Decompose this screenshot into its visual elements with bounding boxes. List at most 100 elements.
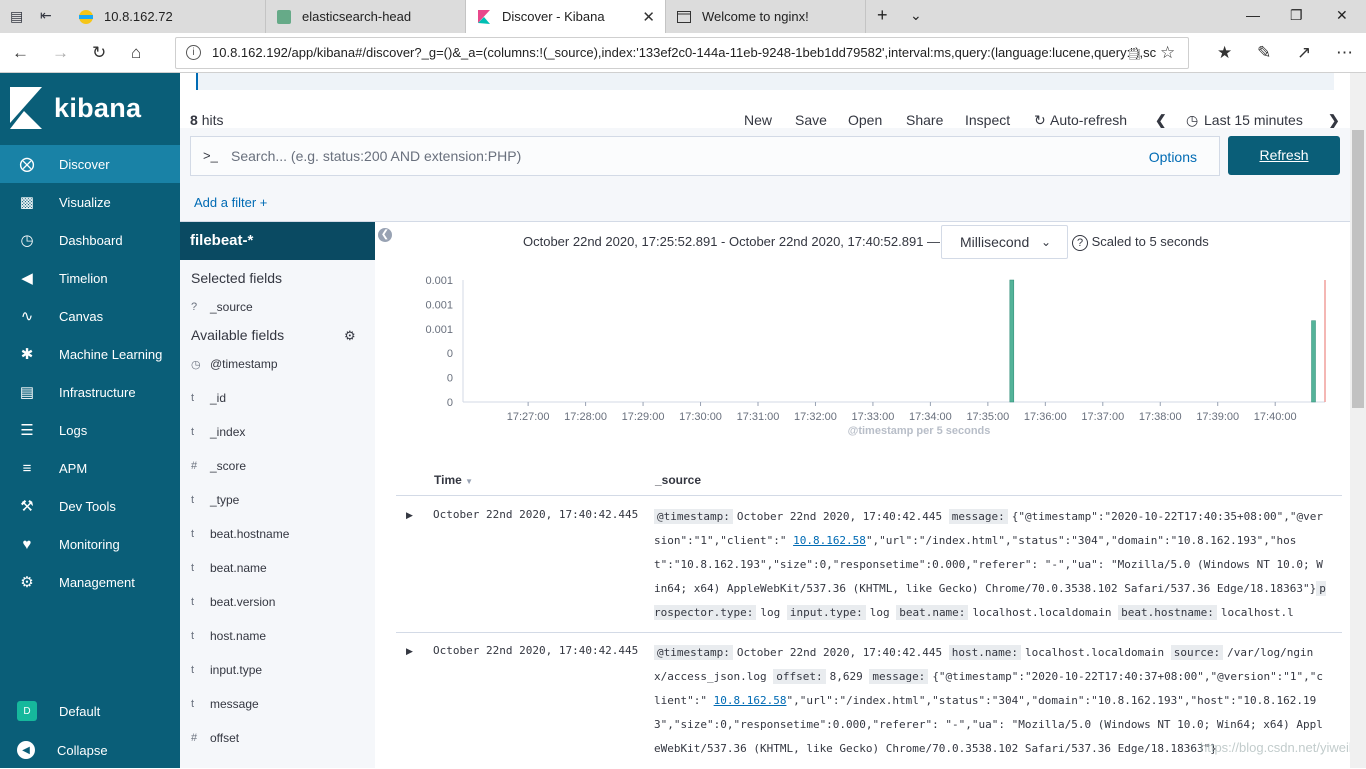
collapse-label: Collapse <box>57 742 108 758</box>
field-name: _index <box>210 425 246 439</box>
field-type-icon: t <box>191 630 195 642</box>
compass-icon: ⨂ <box>19 156 35 173</box>
field-type-icon: t <box>191 426 195 438</box>
expand-row-icon[interactable]: ▶ <box>406 510 413 521</box>
time-forward-chevron-icon[interactable]: ❯ <box>1328 112 1340 129</box>
more-icon[interactable]: ⋯ <box>1336 43 1353 63</box>
tab-label: Discover - Kibana <box>502 9 605 24</box>
reading-view-icon[interactable]: ▤ <box>1128 45 1141 62</box>
scrollbar-thumb[interactable] <box>1352 130 1364 408</box>
histogram-bar <box>1009 279 1015 403</box>
sidebar-item-dev-tools[interactable]: ⚒ Dev Tools <box>0 487 180 525</box>
field-item[interactable]: t beat.name <box>191 561 267 575</box>
field-type-icon: ? <box>191 301 198 313</box>
field-item[interactable]: t _type <box>191 493 239 507</box>
hits-counter: 8 hits <box>190 112 223 128</box>
kibana-logo[interactable]: kibana <box>10 87 170 131</box>
x-tick-label: 17:30:00 <box>679 411 722 423</box>
sidebar-item-label: Logs <box>59 422 88 438</box>
time-back-chevron-icon[interactable]: ❮ <box>1155 112 1167 129</box>
sidebar-item-label: Canvas <box>59 308 104 324</box>
field-item[interactable]: t host.name <box>191 629 266 643</box>
favorite-star-icon[interactable]: ☆ <box>1160 43 1175 63</box>
client-ip-link[interactable]: 10.8.162.58 <box>793 534 866 547</box>
auto-refresh-button[interactable]: Auto-refresh <box>1050 112 1127 128</box>
minimize-icon[interactable]: — <box>1246 7 1260 23</box>
sidebar-item-infrastructure[interactable]: ▤ Infrastructure <box>0 373 180 411</box>
sidebar-item-apm[interactable]: ≡ APM <box>0 449 180 487</box>
tab-actions-icon[interactable]: ▤ <box>10 8 23 25</box>
sidebar-item-dashboard[interactable]: ◷ Dashboard <box>0 221 180 259</box>
new-button[interactable]: New <box>744 112 772 128</box>
field-item[interactable]: t beat.version <box>191 595 275 609</box>
back-icon[interactable]: ← <box>12 43 29 63</box>
sidebar-item-machine-learning[interactable]: ✱ Machine Learning <box>0 335 180 373</box>
close-window-icon[interactable]: ✕ <box>1336 7 1348 24</box>
pen-icon[interactable]: ✎ <box>1257 43 1271 63</box>
time-column-header[interactable]: Time ▼ <box>434 473 473 487</box>
source-field-value: 8,629 <box>829 670 863 683</box>
sidebar-item-discover[interactable]: ⨂ Discover <box>0 145 180 183</box>
source-field-value: localhost.l <box>1220 606 1294 619</box>
add-filter-button[interactable]: Add a filter + <box>194 195 267 210</box>
collapse-button[interactable]: ◀ Collapse <box>0 731 180 769</box>
field-item[interactable]: t beat.hostname <box>191 527 289 541</box>
restore-icon[interactable]: ❐ <box>1290 7 1303 24</box>
share-icon[interactable]: ↗ <box>1297 43 1311 63</box>
new-tab-icon[interactable]: + <box>877 5 888 26</box>
options-button[interactable]: Options <box>1149 149 1197 165</box>
client-ip-link[interactable]: 10.8.162.58 <box>714 694 787 707</box>
field-item[interactable]: ? _source <box>191 300 253 314</box>
expand-row-icon[interactable]: ▶ <box>406 646 413 657</box>
tab-label: 10.8.162.72 <box>104 9 173 24</box>
inspect-button[interactable]: Inspect <box>965 112 1010 128</box>
browser-tab[interactable]: Welcome to nginx! <box>666 0 866 33</box>
site-info-icon[interactable]: i <box>186 45 201 60</box>
tab-label: Welcome to nginx! <box>702 9 809 24</box>
sidebar-item-monitoring[interactable]: ♥ Monitoring <box>0 525 180 563</box>
field-item[interactable]: ◷ @timestamp <box>191 357 278 371</box>
share-button[interactable]: Share <box>906 112 943 128</box>
forward-icon[interactable]: → <box>52 43 69 63</box>
browser-tab-active[interactable]: Discover - Kibana ✕ <box>466 0 666 33</box>
time-header-label: Time <box>434 473 462 487</box>
home-icon[interactable]: ⌂ <box>131 43 141 63</box>
field-item[interactable]: # _score <box>191 459 246 473</box>
sidebar-item-canvas[interactable]: ∿ Canvas <box>0 297 180 335</box>
y-tick-label: 0 <box>447 348 453 360</box>
browser-tab[interactable]: elasticsearch-head <box>266 0 466 33</box>
favorites-list-icon[interactable]: ★ <box>1217 43 1232 63</box>
back-tabs-icon[interactable]: ⇤ <box>40 7 52 24</box>
interval-select[interactable]: Millisecond ⌄ <box>941 225 1068 259</box>
x-tick-label: 17:37:00 <box>1081 411 1124 423</box>
url-field[interactable]: i 10.8.162.192/app/kibana#/discover?_g=(… <box>175 37 1189 69</box>
sidebar-item-logs[interactable]: ☰ Logs <box>0 411 180 449</box>
time-picker-button[interactable]: Last 15 minutes <box>1204 112 1303 128</box>
sidebar-item-label: Monitoring <box>59 536 120 552</box>
open-button[interactable]: Open <box>848 112 882 128</box>
sidebar-item-management[interactable]: ⚙ Management <box>0 563 180 601</box>
index-pattern-selector[interactable]: filebeat-* <box>180 222 375 260</box>
refresh-button[interactable]: Refresh <box>1228 136 1340 175</box>
x-tick-label: 17:36:00 <box>1024 411 1067 423</box>
field-name: message <box>210 697 259 711</box>
save-button[interactable]: Save <box>795 112 827 128</box>
field-item[interactable]: t _index <box>191 425 245 439</box>
sidebar-item-visualize[interactable]: ▩ Visualize <box>0 183 180 221</box>
sidebar-item-timelion[interactable]: ◀ Timelion <box>0 259 180 297</box>
space-selector[interactable]: D Default <box>0 692 180 730</box>
sort-desc-icon[interactable]: ▼ <box>465 477 473 486</box>
auto-refresh-icon[interactable]: ↻ <box>1034 112 1046 129</box>
field-item[interactable]: t input.type <box>191 663 262 677</box>
field-item[interactable]: t message <box>191 697 259 711</box>
tab-list-chevron-icon[interactable]: ⌄ <box>910 7 922 24</box>
collapse-sidebar-icon[interactable]: ❮ <box>378 228 392 242</box>
field-item[interactable]: t _id <box>191 391 226 405</box>
search-input[interactable]: >_ Search... (e.g. status:200 AND extens… <box>190 136 1220 176</box>
browser-tab[interactable]: 10.8.162.72 <box>68 0 266 33</box>
field-settings-gear-icon[interactable]: ⚙ <box>344 328 356 344</box>
source-field-value: localhost.localdomain <box>972 606 1112 619</box>
close-tab-icon[interactable]: ✕ <box>642 8 655 26</box>
field-item[interactable]: # offset <box>191 731 239 745</box>
reload-icon[interactable]: ↻ <box>92 43 106 63</box>
